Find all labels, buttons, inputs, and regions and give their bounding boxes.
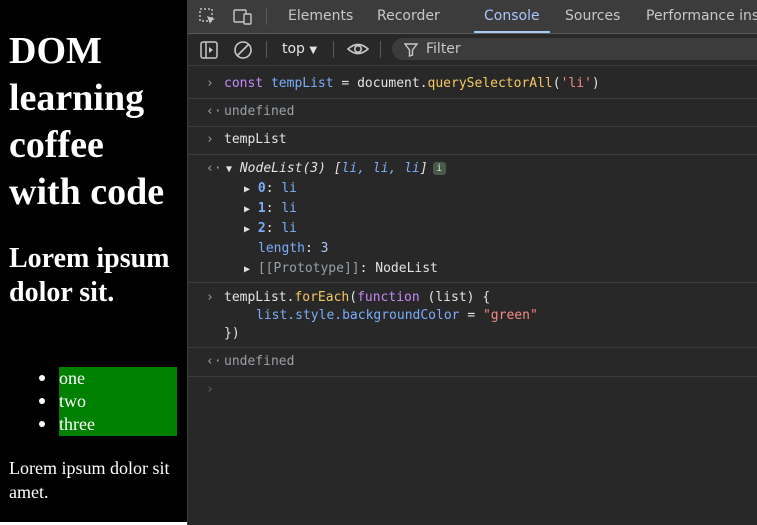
console-input-line[interactable]: tempList: [224, 130, 287, 150]
page-subheading: Lorem ipsum dolor sit.: [9, 243, 170, 308]
filter-input[interactable]: Filter: [392, 38, 757, 60]
console-result: undefined: [224, 354, 295, 369]
device-toolbar-icon[interactable]: [232, 7, 254, 31]
result-return-icon: ‹·: [206, 354, 222, 369]
tab-recorder[interactable]: Recorder: [377, 0, 440, 33]
devtools-tabbar: Elements Recorder Console Sources Perfor…: [188, 0, 757, 34]
nodelist-entry[interactable]: ▶ 2: li: [244, 219, 297, 240]
console-prompt-icon[interactable]: ›: [206, 380, 214, 400]
nodelist-summary[interactable]: ▼ NodeList(3) [li, li, li] i: [226, 159, 446, 180]
context-label: top: [282, 41, 305, 57]
input-prompt-icon: ›: [206, 132, 214, 147]
row-divider: [188, 126, 757, 127]
info-badge-icon[interactable]: i: [432, 162, 446, 175]
expand-triangle-icon[interactable]: ▶: [244, 184, 250, 195]
nodelist-entry[interactable]: ▶ 1: li: [244, 199, 297, 220]
tab-console[interactable]: Console: [474, 0, 550, 33]
console-input-line[interactable]: }): [224, 324, 240, 344]
console-output: › const tempList = document.querySelecto…: [188, 66, 757, 525]
page-heading: DOM learning coffee with code: [9, 30, 165, 213]
console-input-line[interactable]: list.style.backgroundColor = "green": [256, 306, 538, 326]
nodelist-length: length: 3: [258, 241, 329, 256]
live-expression-eye-icon[interactable]: [346, 39, 370, 63]
list-item: three: [39, 413, 177, 436]
list-item: one: [39, 367, 177, 390]
console-result: undefined: [224, 104, 295, 119]
clear-console-icon[interactable]: [233, 40, 253, 64]
result-return-icon: ‹·: [206, 104, 222, 119]
chevron-down-icon: ▼: [309, 45, 318, 56]
expand-triangle-icon[interactable]: ▶: [244, 204, 250, 215]
console-input-line[interactable]: const tempList = document.querySelectorA…: [224, 74, 600, 94]
expand-triangle-icon[interactable]: ▶: [244, 264, 250, 275]
tab-sources[interactable]: Sources: [565, 0, 620, 33]
nodelist-entry[interactable]: ▶ 0: li: [244, 179, 297, 200]
inspect-element-icon[interactable]: [198, 7, 218, 31]
devtools-panel: Elements Recorder Console Sources Perfor…: [188, 0, 757, 525]
tab-elements[interactable]: Elements: [288, 0, 353, 33]
rendered-page: DOM learning coffee with code Lorem ipsu…: [0, 0, 187, 525]
context-selector[interactable]: top ▼: [282, 34, 317, 65]
toolbar-separator: [266, 8, 267, 25]
nodelist-prototype[interactable]: ▶ [[Prototype]]: NodeList: [244, 259, 438, 280]
console-toolbar: top ▼ Filter: [188, 34, 757, 66]
toolbar-separator: [333, 41, 334, 58]
expand-triangle-icon[interactable]: ▶: [244, 224, 250, 235]
sidebar-toggle-icon[interactable]: [199, 40, 219, 64]
input-prompt-icon: ›: [206, 290, 214, 305]
row-divider: [188, 282, 757, 283]
filter-funnel-icon: [403, 42, 419, 64]
page-paragraph: Lorem ipsum dolor sit amet.: [9, 458, 170, 502]
input-prompt-icon: ›: [206, 76, 214, 91]
row-divider: [188, 376, 757, 377]
expand-triangle-icon[interactable]: ▼: [226, 164, 232, 175]
row-divider: [188, 98, 757, 99]
row-divider: [188, 347, 757, 348]
list-item: two: [39, 390, 177, 413]
row-divider: [188, 154, 757, 155]
result-return-icon: ‹·: [206, 161, 222, 176]
console-input-line[interactable]: tempList.forEach(function (list) {: [224, 288, 490, 308]
filter-placeholder: Filter: [426, 41, 461, 57]
toolbar-separator: [380, 41, 381, 58]
green-list: one two three: [39, 367, 177, 436]
tab-performance-insights[interactable]: Performance insi: [646, 0, 757, 33]
toolbar-separator: [266, 41, 267, 58]
